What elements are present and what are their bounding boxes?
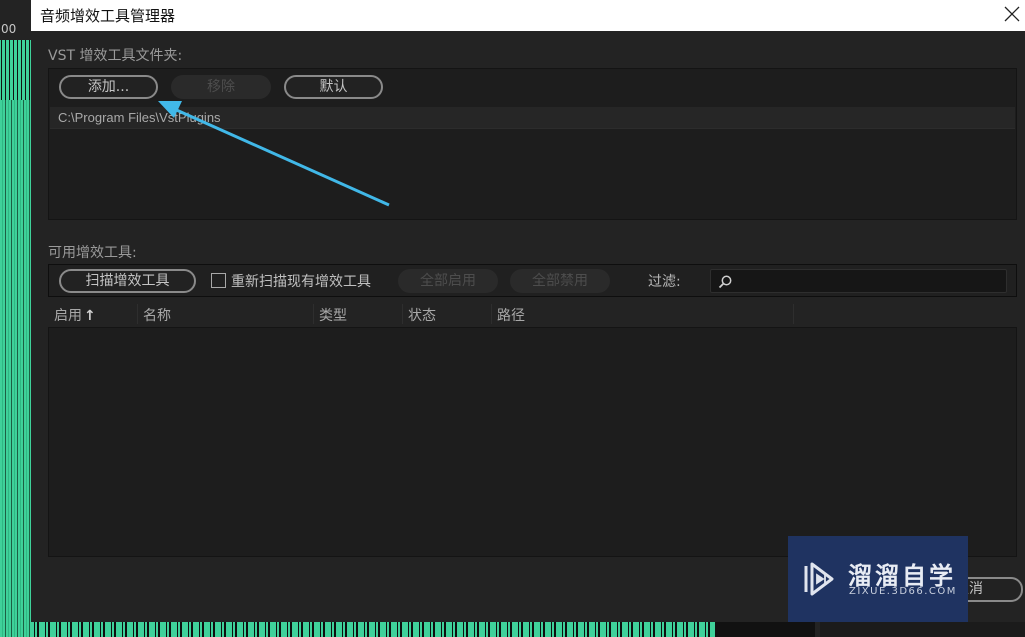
plugins-toolbar: 扫描增效工具 重新扫描现有增效工具 全部启用 全部禁用 过滤: xyxy=(48,264,1017,297)
remove-button[interactable]: 移除 xyxy=(171,75,271,99)
column-header-enabled-label: 启用 xyxy=(54,308,82,324)
close-button[interactable] xyxy=(1001,3,1023,25)
vst-folders-panel: 添加... 移除 默认 C:\Program Files\VstPlugins xyxy=(48,68,1017,220)
timeline-ruler-label: 00 xyxy=(0,22,31,42)
add-button[interactable]: 添加... xyxy=(59,75,158,99)
enable-all-button[interactable]: 全部启用 xyxy=(398,269,498,293)
column-divider[interactable] xyxy=(137,304,138,324)
column-header-status[interactable]: 状态 xyxy=(408,305,436,325)
column-divider[interactable] xyxy=(402,304,403,324)
column-header-name[interactable]: 名称 xyxy=(143,305,171,325)
rescan-existing-checkbox[interactable] xyxy=(211,273,226,288)
close-icon xyxy=(1004,6,1020,22)
watermark-subtitle: ZIXUE.3D66.COM xyxy=(849,586,957,597)
disable-all-button[interactable]: 全部禁用 xyxy=(510,269,610,293)
column-header-path[interactable]: 路径 xyxy=(497,305,525,325)
available-plugins-label: 可用增效工具: xyxy=(48,245,137,261)
column-divider[interactable] xyxy=(313,304,314,324)
watermark-logo: 溜溜自学 ZIXUE.3D66.COM xyxy=(788,536,968,622)
audio-plugin-manager-dialog: 音频增效工具管理器 VST 增效工具文件夹: 添加... 移除 默认 C:\Pr… xyxy=(31,0,1025,622)
column-header-type[interactable]: 类型 xyxy=(319,305,347,325)
dialog-title: 音频增效工具管理器 xyxy=(40,7,176,25)
filter-label: 过滤: xyxy=(648,274,681,290)
waveform-left xyxy=(0,40,31,637)
folder-list-item[interactable]: C:\Program Files\VstPlugins xyxy=(50,107,1015,129)
column-divider[interactable] xyxy=(793,304,794,324)
sort-ascending-icon: ↑ xyxy=(84,308,96,324)
filter-input[interactable] xyxy=(710,269,1007,293)
scan-plugins-button[interactable]: 扫描增效工具 xyxy=(59,269,196,293)
background-panel-right xyxy=(820,622,1025,637)
plugins-table-body xyxy=(48,327,1017,557)
column-header-enabled[interactable]: 启用 ↑ xyxy=(54,305,96,325)
rescan-existing-label[interactable]: 重新扫描现有增效工具 xyxy=(231,271,371,291)
play-logo-icon xyxy=(804,562,834,596)
title-bar: 音频增效工具管理器 xyxy=(31,0,1025,31)
background-panel xyxy=(715,622,815,637)
waveform-bottom xyxy=(31,622,715,637)
column-divider[interactable] xyxy=(491,304,492,324)
default-button[interactable]: 默认 xyxy=(284,75,383,99)
search-icon xyxy=(718,275,732,289)
vst-folders-label: VST 增效工具文件夹: xyxy=(48,48,183,64)
